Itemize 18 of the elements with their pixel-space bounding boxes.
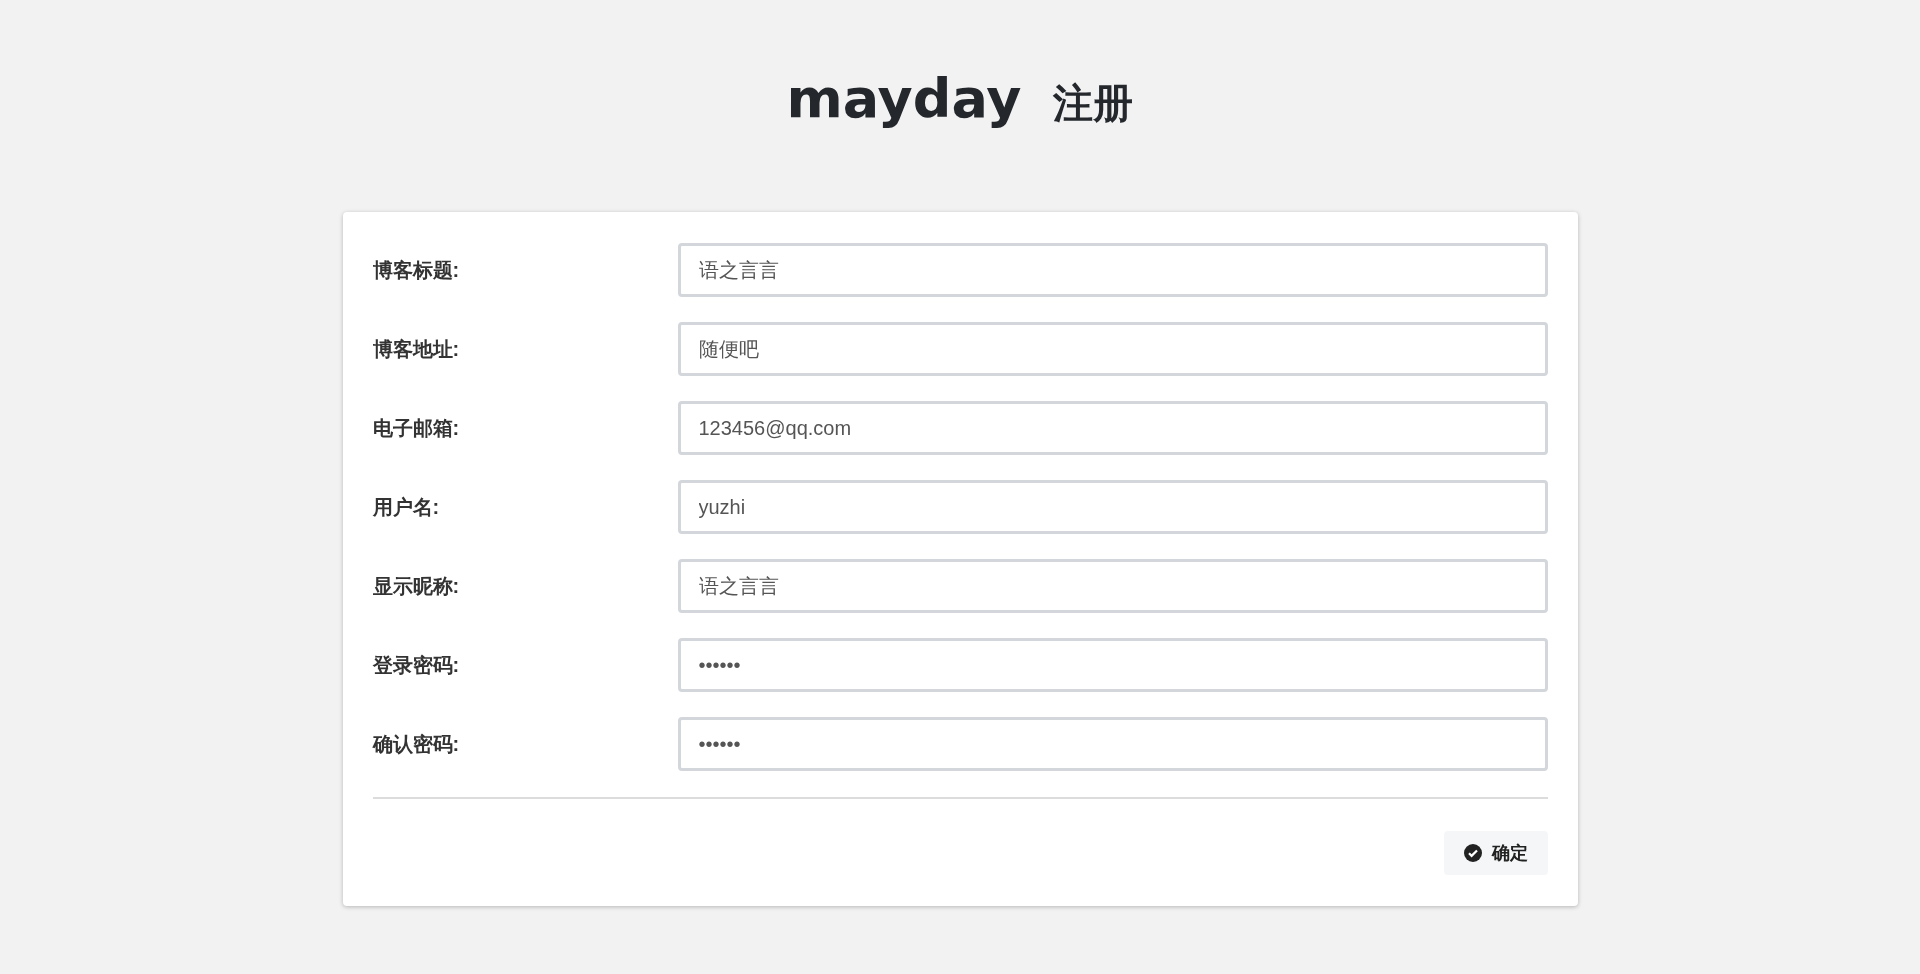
input-field[interactable]: •••••• bbox=[677, 717, 1548, 771]
check-circle-icon bbox=[1463, 844, 1482, 862]
page-title: 注册 bbox=[1053, 83, 1134, 123]
input-field[interactable]: yuzhi bbox=[677, 480, 1548, 534]
field-label: 登录密码: bbox=[372, 653, 461, 678]
field-label: 显示昵称: bbox=[372, 574, 461, 599]
input-field[interactable]: 123456@qq.com bbox=[677, 401, 1548, 455]
field-label: 确认密码: bbox=[372, 732, 461, 757]
field-label: 博客标题: bbox=[372, 258, 461, 283]
input-field[interactable]: 语之言言 bbox=[677, 243, 1548, 297]
field-label: 博客地址: bbox=[372, 337, 461, 362]
field-label: 用户名: bbox=[372, 495, 441, 520]
input-field[interactable]: 语之言言 bbox=[677, 559, 1548, 613]
confirm-button[interactable]: 确定 bbox=[1443, 831, 1548, 875]
input-field[interactable]: •••••• bbox=[677, 638, 1548, 692]
brand-title: mayday bbox=[786, 72, 1022, 126]
field-label: 电子邮箱: bbox=[372, 416, 461, 441]
input-field[interactable]: 随便吧 bbox=[677, 322, 1548, 376]
